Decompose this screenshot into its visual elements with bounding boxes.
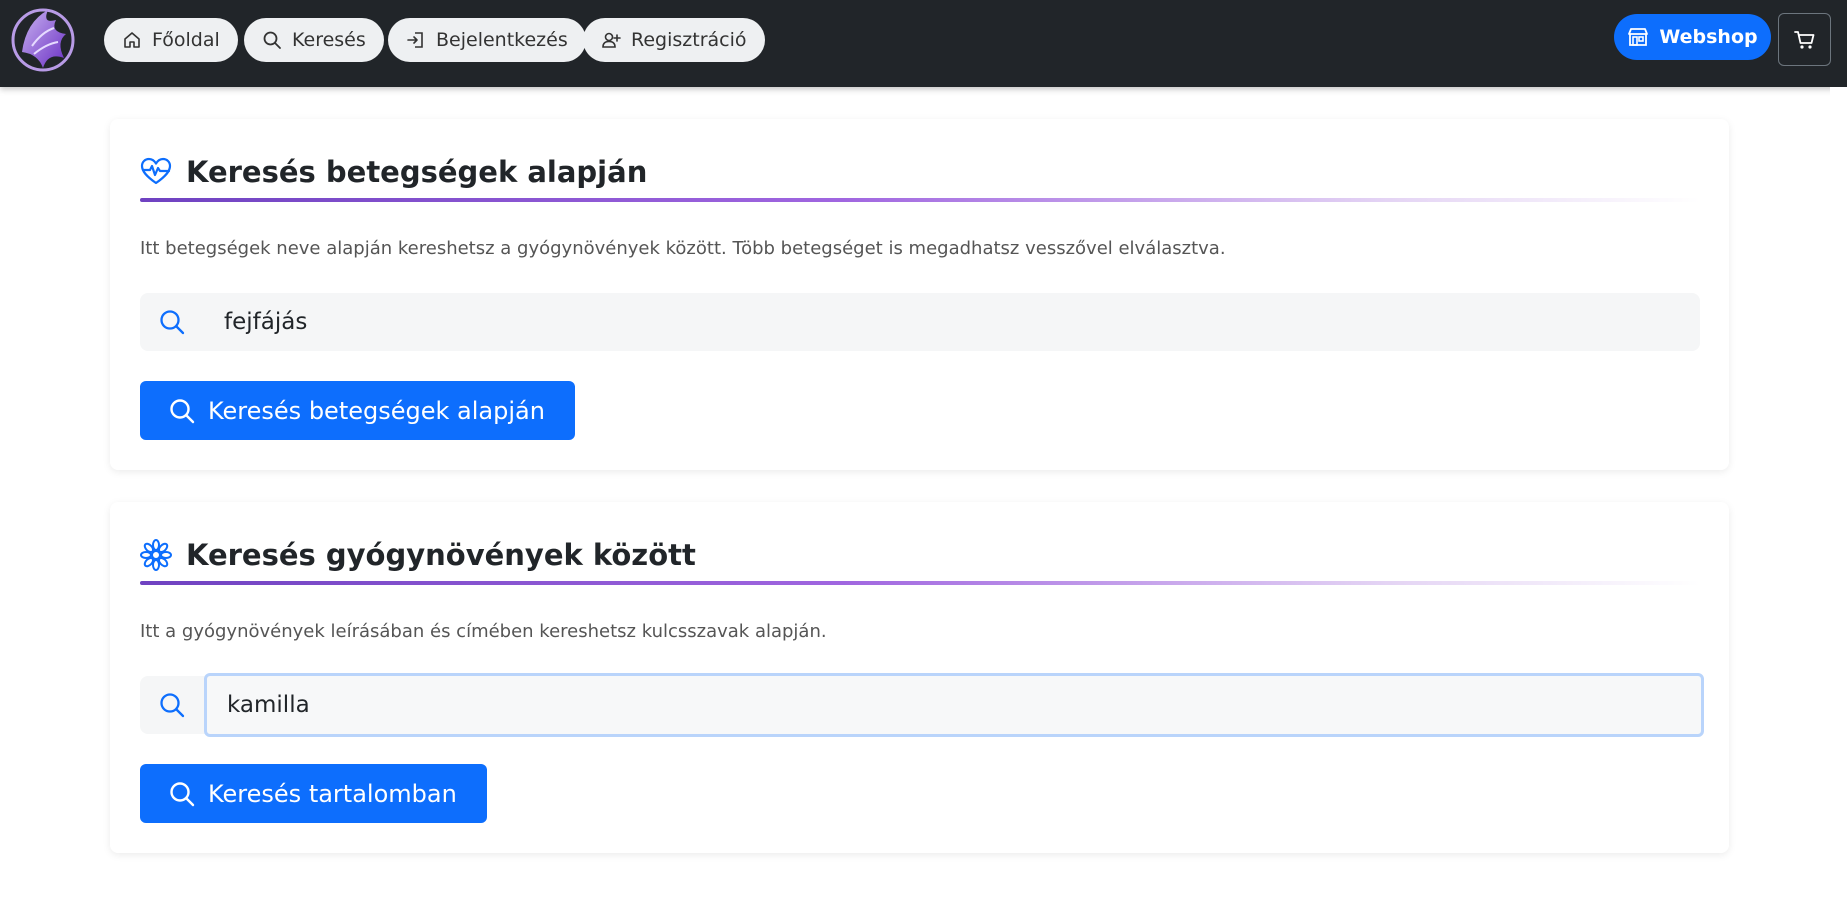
- disease-search-input[interactable]: [204, 293, 1700, 351]
- disease-card-title-text: Keresés betegségek alapján: [186, 155, 648, 189]
- search-icon: [160, 693, 185, 718]
- herb-card-title-text: Keresés gyógynövények között: [186, 538, 696, 572]
- webshop-label: Webshop: [1659, 26, 1758, 48]
- search-icon: [170, 398, 195, 423]
- disease-search-icon-box: [140, 293, 204, 351]
- nav-register-button[interactable]: Regisztráció: [583, 18, 765, 62]
- shop-icon: [1628, 28, 1649, 46]
- nav-login-label: Bejelentkezés: [436, 29, 568, 51]
- nav-register-label: Regisztráció: [631, 29, 747, 51]
- nav-login-button[interactable]: Bejelentkezés: [388, 18, 586, 62]
- heart-pulse-icon: [140, 157, 172, 185]
- title-underline: [140, 581, 1700, 585]
- nav-home-label: Főoldal: [152, 29, 220, 51]
- cart-icon: [1793, 30, 1814, 49]
- webshop-button[interactable]: Webshop: [1614, 14, 1771, 60]
- home-icon: [124, 32, 140, 48]
- person-add-icon: [602, 32, 621, 48]
- search-icon: [170, 781, 195, 806]
- top-navbar: Főoldal Keresés Bejelentkezés Regisztrác…: [0, 0, 1847, 87]
- flower-icon: [140, 539, 172, 571]
- herb-search-button[interactable]: Keresés tartalomban: [140, 764, 487, 823]
- disease-search-button[interactable]: Keresés betegségek alapján: [140, 381, 575, 440]
- cart-button[interactable]: [1778, 13, 1831, 66]
- disease-search-card: Keresés betegségek alapján Itt betegsége…: [110, 119, 1729, 470]
- disease-card-description: Itt betegségek neve alapján kereshetsz a…: [140, 238, 1226, 259]
- nav-home-button[interactable]: Főoldal: [104, 18, 238, 62]
- herb-search-input[interactable]: [204, 673, 1704, 737]
- herb-search-group: [140, 673, 1704, 737]
- disease-card-title: Keresés betegségek alapján: [140, 155, 647, 189]
- search-icon: [263, 31, 281, 49]
- herb-search-button-label: Keresés tartalomban: [208, 779, 457, 808]
- nav-search-label: Keresés: [292, 29, 366, 51]
- herb-card-title: Keresés gyógynövények között: [140, 538, 696, 572]
- search-icon: [160, 310, 185, 335]
- disease-search-group: [140, 293, 1700, 351]
- herb-search-icon-box: [140, 676, 204, 734]
- page-scrollbar[interactable]: [1830, 87, 1847, 916]
- title-underline: [140, 198, 1700, 202]
- site-logo[interactable]: [8, 2, 78, 76]
- login-icon: [407, 32, 423, 48]
- herb-search-card: Keresés gyógynövények között Itt a gyógy…: [110, 502, 1729, 853]
- disease-search-button-label: Keresés betegségek alapján: [208, 396, 545, 425]
- herb-card-description: Itt a gyógynövények leírásában és címébe…: [140, 621, 827, 642]
- nav-search-button[interactable]: Keresés: [244, 18, 384, 62]
